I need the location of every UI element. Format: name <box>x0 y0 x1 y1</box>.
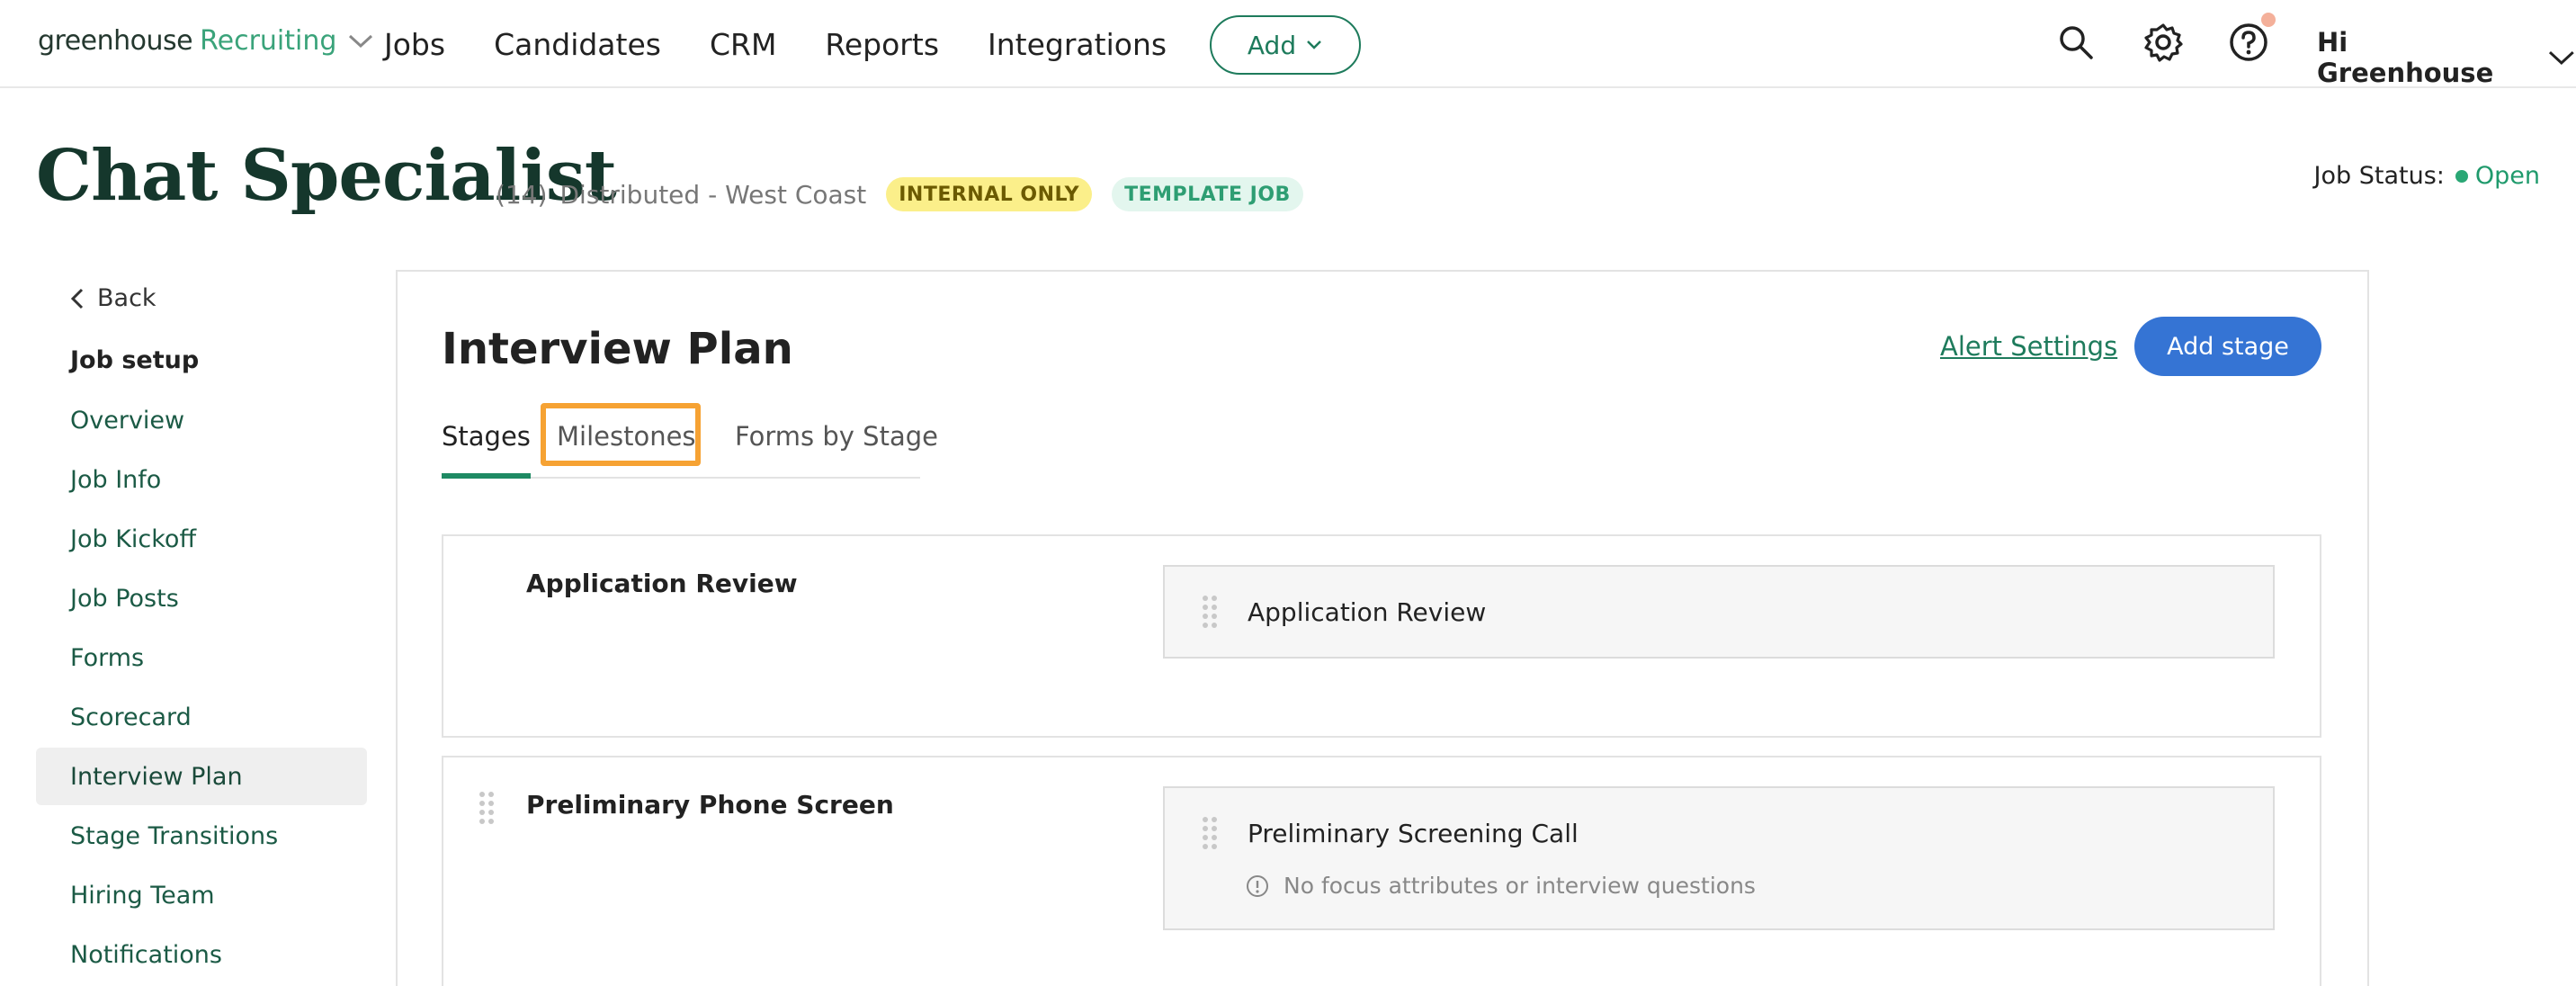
user-greeting: Hi Greenhouse <box>2317 27 2494 88</box>
drag-handle-icon[interactable] <box>1203 596 1219 628</box>
job-status: Job Status: Open <box>2314 162 2540 190</box>
help-icon <box>2230 23 2267 61</box>
help-button[interactable] <box>2228 22 2269 63</box>
top-navigation: greenhouse Recruiting Jobs Candidates CR… <box>0 0 2576 88</box>
chevron-down-icon <box>2549 50 2575 65</box>
back-link[interactable]: Back <box>70 284 157 312</box>
job-location: Distributed - West Coast <box>559 179 867 210</box>
sidebar-item-interview-plan[interactable]: Interview Plan <box>36 748 367 805</box>
stage-card: Application Review Application Review <box>442 534 2321 738</box>
tab-milestones[interactable]: Milestones <box>541 403 701 466</box>
chevron-down-icon <box>349 34 373 48</box>
template-job-badge: TEMPLATE JOB <box>1112 177 1303 211</box>
sidebar-item-stage-transitions[interactable]: Stage Transitions <box>36 807 367 865</box>
add-button-label: Add <box>1247 30 1297 60</box>
sidebar-heading: Job setup <box>70 346 200 374</box>
chevron-down-icon <box>1307 40 1321 49</box>
sidebar-item-forms[interactable]: Forms <box>36 629 367 686</box>
internal-only-badge: INTERNAL ONLY <box>886 177 1093 211</box>
interview-card[interactable]: Application Review <box>1163 565 2275 659</box>
nav-crm[interactable]: CRM <box>710 27 776 62</box>
main-nav: Jobs Candidates CRM Reports Integrations <box>384 27 1215 62</box>
stage-name: Application Review <box>526 569 798 598</box>
sidebar-item-notifications[interactable]: Notifications <box>36 926 367 983</box>
interview-name: Preliminary Screening Call <box>1248 819 1579 848</box>
nav-jobs[interactable]: Jobs <box>384 27 445 62</box>
sidebar-item-job-info[interactable]: Job Info <box>36 451 367 508</box>
brand-name: greenhouse <box>38 25 193 57</box>
job-status-value[interactable]: Open <box>2475 162 2540 190</box>
gear-icon <box>2144 23 2183 62</box>
nav-integrations[interactable]: Integrations <box>988 27 1167 62</box>
search-icon <box>2060 26 2093 59</box>
job-status-label: Job Status: <box>2313 162 2445 190</box>
drag-handle-icon[interactable] <box>1203 817 1219 849</box>
interview-card[interactable]: Preliminary Screening Call No focus attr… <box>1163 786 2275 930</box>
tab-stages[interactable]: Stages <box>442 403 531 479</box>
add-stage-button[interactable]: Add stage <box>2134 317 2321 376</box>
settings-button[interactable] <box>2142 22 2184 63</box>
tab-stages-label: Stages <box>442 421 531 452</box>
page-title: Interview Plan <box>442 324 793 374</box>
drag-handle-icon[interactable] <box>479 792 496 824</box>
interview-note: No focus attributes or interview questio… <box>1246 873 1756 899</box>
job-meta: (14) Distributed - West Coast INTERNAL O… <box>496 177 1303 211</box>
alert-settings-link[interactable]: Alert Settings <box>1940 331 2117 362</box>
stage-name: Preliminary Phone Screen <box>526 790 894 820</box>
sidebar-item-job-posts[interactable]: Job Posts <box>36 569 367 627</box>
sidebar-item-job-kickoff[interactable]: Job Kickoff <box>36 510 367 568</box>
interview-note-text: No focus attributes or interview questio… <box>1284 873 1756 899</box>
sidebar-item-hiring-team[interactable]: Hiring Team <box>36 866 367 924</box>
tab-forms-by-stage-label: Forms by Stage <box>735 421 938 452</box>
user-menu[interactable]: Hi Greenhouse <box>2317 27 2576 88</box>
nav-candidates[interactable]: Candidates <box>494 27 661 62</box>
back-label: Back <box>97 284 157 312</box>
add-button[interactable]: Add <box>1210 15 1361 75</box>
interview-plan-tabs: Stages Milestones Forms by Stage <box>442 403 938 479</box>
tab-milestones-label: Milestones <box>557 421 696 452</box>
sidebar-item-scorecard[interactable]: Scorecard <box>36 688 367 746</box>
job-count: (14) <box>496 179 548 210</box>
tab-forms-by-stage[interactable]: Forms by Stage <box>735 403 938 479</box>
interview-name: Application Review <box>1248 597 1487 627</box>
brand-product: Recruiting <box>200 25 337 57</box>
info-icon <box>1247 874 1268 897</box>
sidebar-item-overview[interactable]: Overview <box>36 391 367 449</box>
nav-reports[interactable]: Reports <box>825 27 939 62</box>
search-button[interactable] <box>2055 22 2097 63</box>
stage-card: Preliminary Phone Screen Preliminary Scr… <box>442 756 2321 986</box>
chevron-left-icon <box>70 288 84 309</box>
notification-dot <box>2261 13 2276 27</box>
brand-logo[interactable]: greenhouse Recruiting <box>38 25 374 57</box>
status-dot-icon <box>2455 169 2468 183</box>
